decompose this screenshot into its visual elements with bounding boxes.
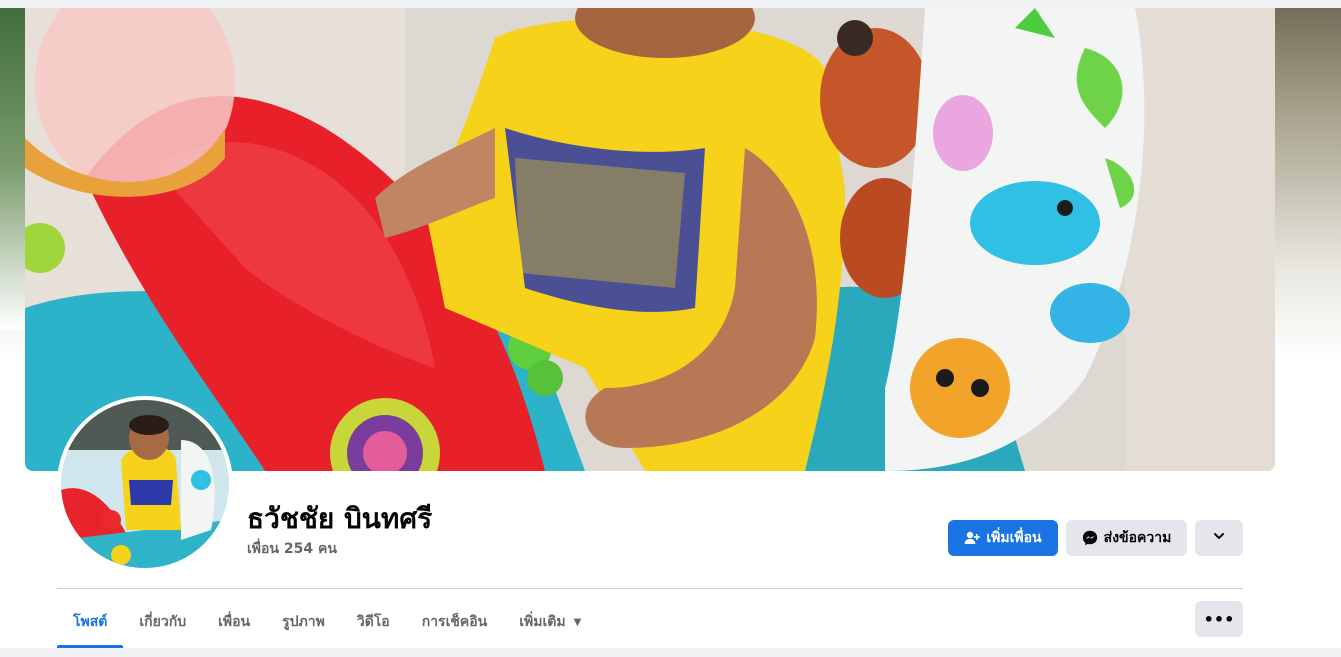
tabs-ellipsis-button[interactable]: ••• [1195, 601, 1243, 637]
tab-label: เพิ่มเติม [519, 614, 566, 630]
tab-friends[interactable]: เพื่อน [202, 596, 266, 648]
tab-videos[interactable]: วิดีโอ [341, 596, 406, 648]
add-friend-icon [964, 530, 981, 546]
ellipsis-icon: ••• [1203, 609, 1235, 629]
tab-checkins[interactable]: การเช็คอิน [406, 596, 504, 648]
tab-label: เกี่ยวกับ [139, 614, 187, 630]
profile-picture[interactable] [57, 396, 233, 572]
friends-count[interactable]: เพื่อน 254 คน [247, 538, 337, 560]
page-background [0, 648, 1341, 657]
add-friend-button[interactable]: เพิ่มเพื่อน [948, 520, 1058, 556]
tab-posts[interactable]: โพสต์ [57, 596, 124, 648]
tab-more[interactable]: เพิ่มเติม ▼ [503, 596, 597, 648]
avatar [61, 400, 229, 568]
top-strip [0, 0, 1341, 8]
tab-label: การเช็คอิน [421, 614, 488, 630]
tab-label: วิดีโอ [356, 614, 390, 630]
message-label: ส่งข้อความ [1103, 530, 1172, 546]
tab-photos[interactable]: รูปภาพ [266, 596, 341, 648]
profile-name: ธวัชชัย บินทศรี [247, 502, 433, 535]
messenger-icon [1082, 530, 1098, 546]
tab-label: เพื่อน [218, 614, 251, 630]
header-divider [57, 588, 1243, 589]
tab-label: โพสต์ [73, 614, 108, 630]
chevron-down-icon [1212, 529, 1226, 547]
profile-more-button[interactable] [1195, 520, 1243, 556]
caret-down-icon: ▼ [573, 616, 582, 628]
add-friend-label: เพิ่มเพื่อน [986, 530, 1042, 546]
tab-about[interactable]: เกี่ยวกับ [123, 596, 202, 648]
message-button[interactable]: ส่งข้อความ [1066, 520, 1187, 556]
cover-photo[interactable] [25, 8, 1275, 471]
tab-label: รูปภาพ [282, 614, 325, 630]
profile-tabs: โพสต์ เกี่ยวกับ เพื่อน รูปภาพ วิดีโอ การ… [57, 596, 597, 648]
